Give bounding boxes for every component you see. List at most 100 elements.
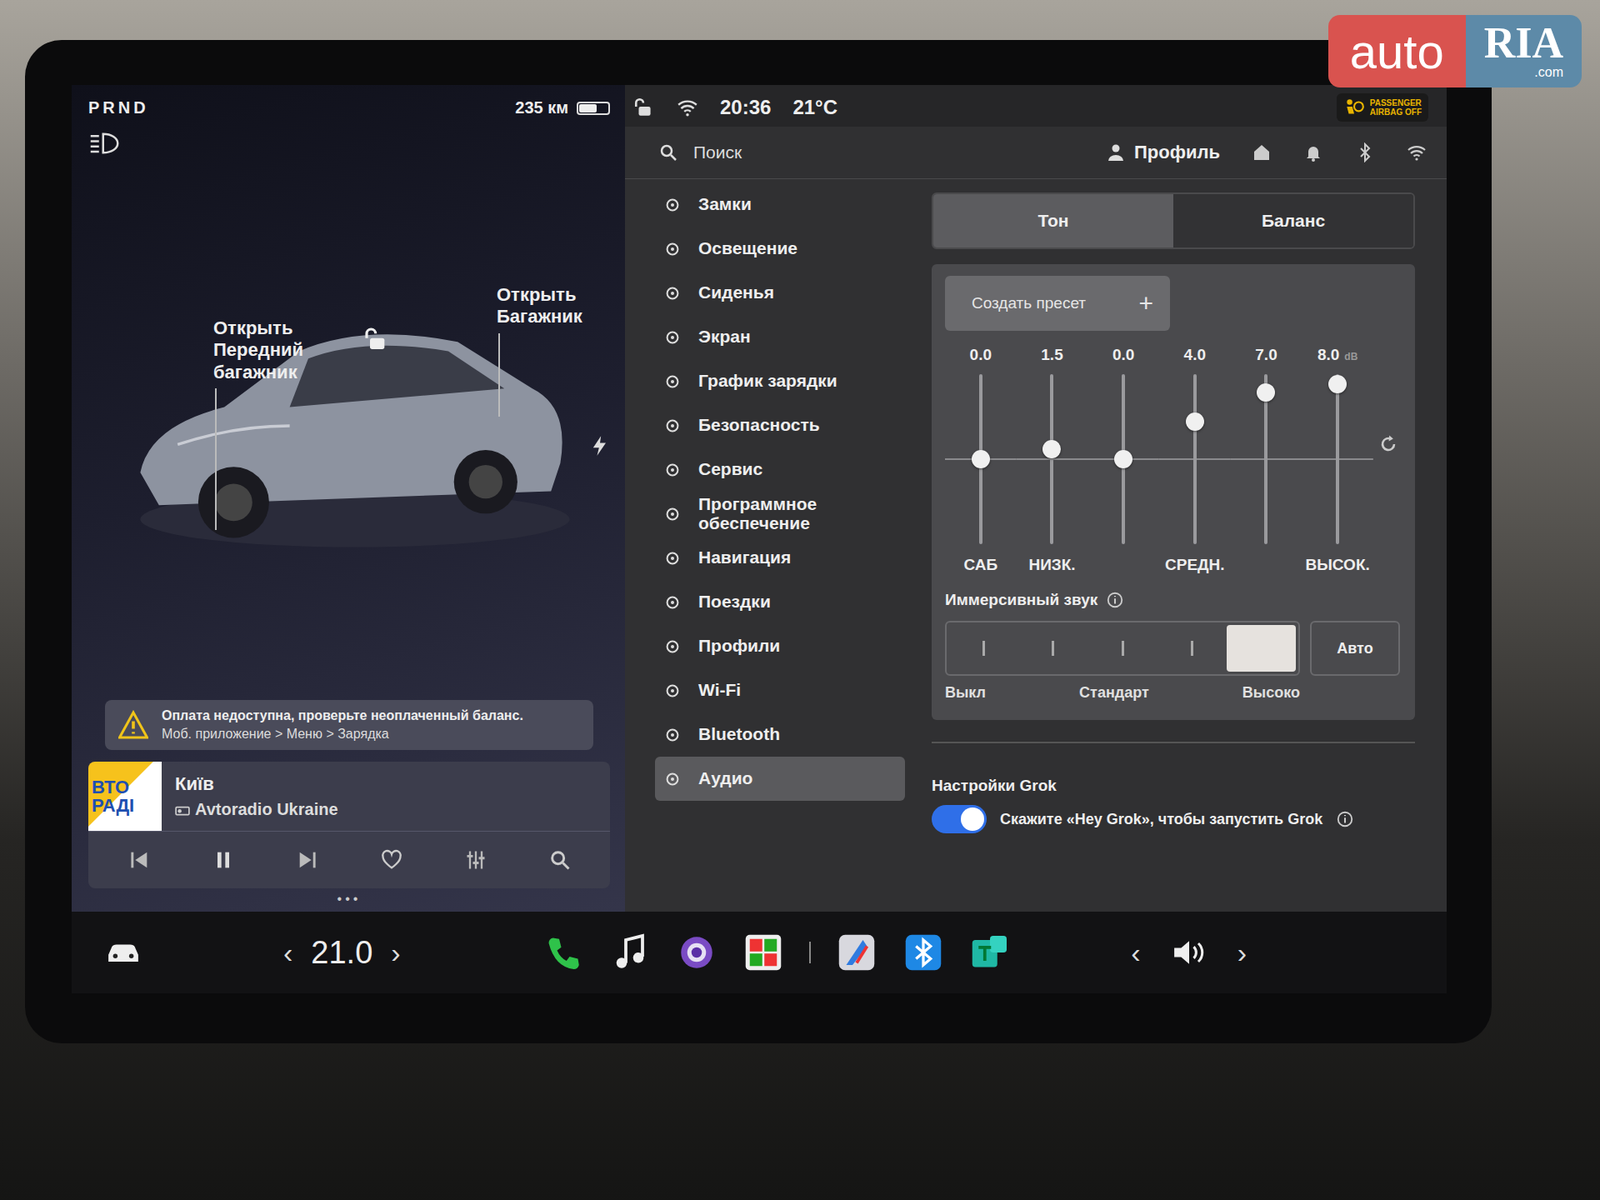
equalizer-icon[interactable] — [464, 848, 488, 872]
menu-item[interactable]: Профили — [655, 624, 905, 669]
eq-knob[interactable] — [1328, 375, 1347, 394]
payment-warning[interactable]: Оплата недоступна, проверьте неоплаченны… — [105, 700, 594, 750]
volume-up[interactable]: › — [1237, 936, 1247, 970]
camera-app-icon[interactable] — [675, 931, 718, 974]
front-trunk-callout[interactable]: Открыть Передний багажник — [213, 317, 322, 530]
tab[interactable]: Баланс — [1173, 194, 1414, 248]
menu-item-icon — [663, 505, 682, 524]
speaker-icon[interactable] — [1170, 938, 1208, 967]
eq-band-value: 0.0 — [1112, 345, 1135, 368]
profile-button[interactable]: Профиль — [1105, 141, 1220, 164]
eq-slider[interactable] — [1159, 374, 1231, 545]
arcade-icon[interactable] — [742, 931, 785, 974]
menu-item[interactable]: Освещение — [655, 226, 905, 271]
eq-band: 0.0 — [1087, 345, 1160, 576]
passenger-airbag-badge: PASSENGERAIRBAG OFF — [1336, 93, 1429, 122]
immersive-stop[interactable] — [1087, 625, 1157, 672]
menu-item-icon — [663, 416, 682, 435]
menu-item[interactable]: График зарядки — [655, 359, 905, 404]
lock-status-icon — [633, 96, 655, 119]
menu-item-icon — [663, 195, 682, 215]
eq-knob[interactable] — [1042, 440, 1061, 459]
trunk-callout[interactable]: Открыть Багажник — [496, 284, 605, 417]
immersive-stop[interactable] — [1226, 625, 1296, 672]
immersive-stop[interactable] — [949, 625, 1019, 672]
outside-temperature: 21°C — [792, 95, 838, 120]
maps-app-icon[interactable] — [835, 931, 878, 974]
auto-button[interactable]: Авто — [1310, 620, 1400, 676]
grok-toggle[interactable] — [931, 805, 987, 834]
heart-icon[interactable] — [380, 848, 404, 872]
volume-control: ‹› — [1130, 936, 1247, 970]
car-icon[interactable] — [105, 938, 142, 967]
menu-item-icon — [663, 681, 682, 700]
menu-item[interactable]: Экран — [655, 315, 905, 360]
bell-icon[interactable] — [1303, 142, 1324, 163]
radio-icon — [175, 804, 190, 816]
menu-item[interactable]: Wi-Fi — [655, 668, 905, 713]
immersive-stop[interactable] — [1018, 625, 1088, 672]
watermark-mark: RIA.com — [1465, 15, 1582, 88]
reset-icon[interactable] — [1376, 432, 1400, 456]
eq-band-label: НИЗК. — [1028, 555, 1075, 576]
wifi-icon[interactable] — [1406, 142, 1427, 163]
charge-port-icon[interactable] — [588, 434, 612, 458]
eq-knob[interactable] — [1114, 450, 1133, 469]
search-icon[interactable] — [548, 848, 572, 872]
menu-item[interactable]: Поездки — [655, 580, 905, 625]
app-dock — [542, 931, 1011, 974]
music-note-icon[interactable] — [609, 931, 651, 974]
audio-settings: ТонБалансСоздать пресет+0.0САБ1.5НИЗК.0.… — [925, 179, 1447, 912]
search-field[interactable]: Поиск — [658, 142, 742, 163]
create-preset-button[interactable]: Создать пресет+ — [945, 275, 1170, 331]
cabin-temperature: 21.0 — [310, 935, 373, 971]
person-icon — [1105, 142, 1126, 163]
menu-item[interactable]: Программное обеспечение — [655, 491, 905, 536]
info-icon[interactable] — [1105, 590, 1125, 610]
menu-item[interactable]: Сиденья — [655, 270, 905, 315]
immersive-title: Иммерсивный звук — [945, 590, 1400, 610]
bluetooth-app-icon[interactable] — [902, 931, 945, 974]
menu-item[interactable]: Безопасность — [655, 403, 905, 448]
eq-knob[interactable] — [971, 450, 990, 469]
search-icon — [658, 142, 679, 163]
eq-band-label: ВЫСОК. — [1305, 555, 1370, 576]
equalizer: 0.0САБ1.5НИЗК.0.04.0СРЕДН.7.08.0dBВЫСОК. — [945, 345, 1400, 576]
grok-hint: Скажите «Hey Grok», чтобы запустить Grok — [1000, 810, 1323, 829]
eq-knob[interactable] — [1256, 383, 1275, 402]
menu-item[interactable]: Аудио — [655, 756, 905, 801]
grok-title: Настройки Grok — [931, 776, 1415, 795]
previous-icon[interactable] — [127, 848, 151, 872]
eq-slider[interactable] — [1301, 374, 1374, 545]
eq-slider[interactable] — [1016, 374, 1089, 545]
menu-item-icon — [663, 284, 682, 303]
unlock-icon[interactable] — [363, 325, 390, 353]
info-icon[interactable] — [1335, 810, 1355, 829]
eq-knob[interactable] — [1185, 412, 1205, 431]
tab[interactable]: Тон — [933, 194, 1174, 248]
pause-icon[interactable] — [211, 848, 235, 872]
tone-tabs: ТонБаланс — [931, 192, 1415, 250]
menu-item[interactable]: Bluetooth — [655, 712, 905, 757]
bluetooth-icon[interactable] — [1355, 142, 1375, 163]
eq-slider[interactable] — [945, 374, 1017, 545]
home-icon[interactable] — [1251, 142, 1272, 163]
phone-icon[interactable] — [542, 931, 585, 974]
auto-headlight-icon[interactable] — [88, 130, 120, 156]
menu-item-icon — [663, 328, 682, 347]
eq-slider[interactable] — [1087, 374, 1160, 545]
immersive-slider[interactable] — [945, 620, 1300, 676]
messenger-app-icon[interactable] — [969, 931, 1011, 974]
eq-slider[interactable] — [1230, 374, 1303, 545]
menu-item[interactable]: Замки — [655, 182, 905, 227]
eq-band: 1.5НИЗК. — [1016, 345, 1089, 576]
menu-item-icon — [663, 770, 682, 789]
temperature-down[interactable]: ‹ — [283, 936, 293, 970]
next-icon[interactable] — [295, 848, 320, 872]
menu-item[interactable]: Сервис — [655, 447, 905, 492]
eq-band-label: СРЕДН. — [1165, 555, 1225, 576]
immersive-stop[interactable] — [1157, 625, 1227, 672]
menu-item[interactable]: Навигация — [655, 535, 905, 580]
temperature-up[interactable]: › — [390, 936, 400, 970]
volume-down[interactable]: ‹ — [1130, 936, 1140, 970]
